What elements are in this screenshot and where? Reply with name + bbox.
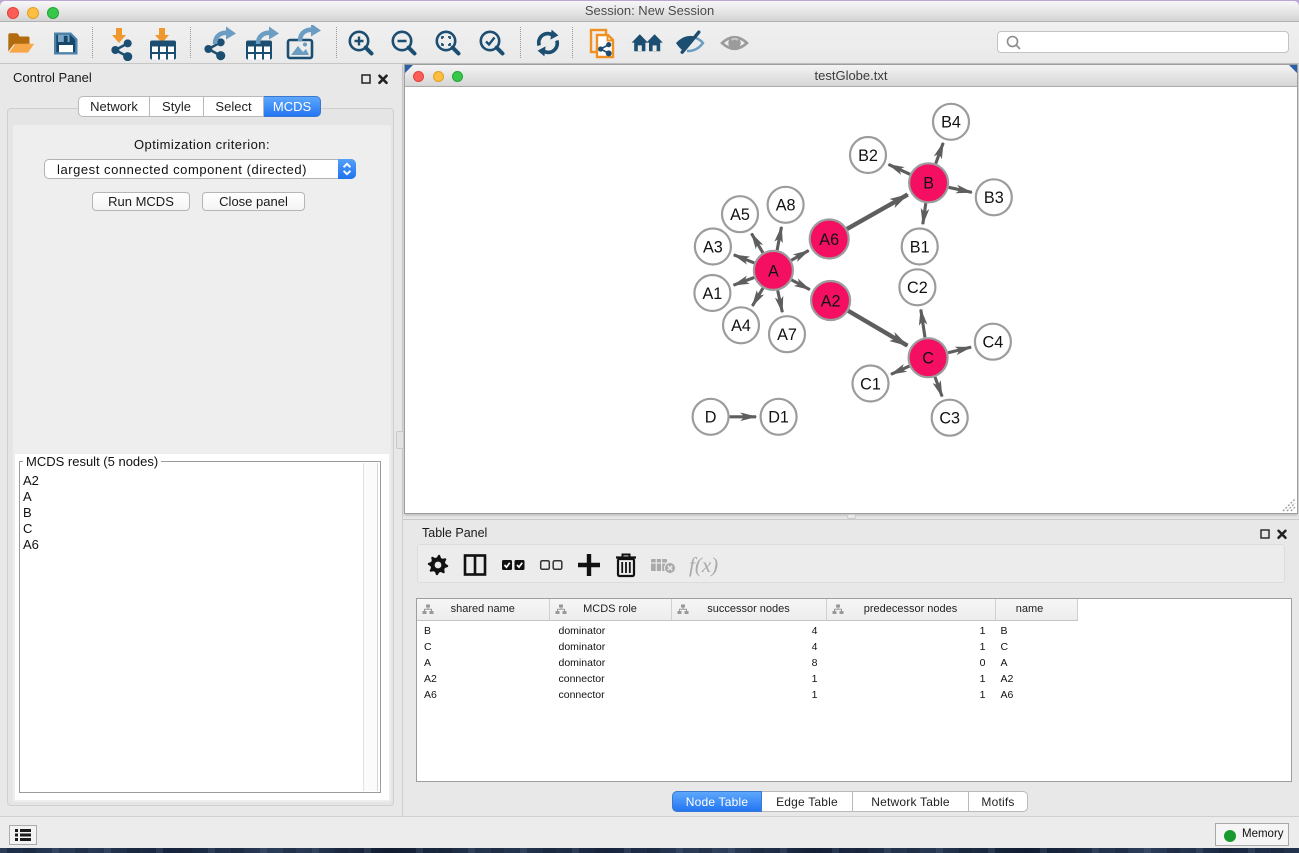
- svg-text:C4: C4: [983, 334, 1004, 352]
- svg-text:D1: D1: [768, 409, 789, 427]
- svg-text:A6: A6: [819, 231, 839, 249]
- svg-text:B2: B2: [858, 147, 878, 165]
- svg-text:A8: A8: [776, 197, 796, 215]
- svg-text:f(x): f(x): [689, 553, 718, 577]
- svg-text:A1: A1: [702, 285, 722, 303]
- svg-text:B4: B4: [941, 114, 961, 132]
- svg-text:B: B: [923, 175, 934, 193]
- svg-text:A4: A4: [731, 317, 751, 335]
- svg-text:B1: B1: [910, 238, 930, 256]
- svg-text:B3: B3: [984, 189, 1004, 207]
- svg-text:A3: A3: [703, 238, 723, 256]
- svg-text:C2: C2: [907, 279, 928, 297]
- svg-text:A2: A2: [821, 292, 841, 310]
- svg-text:A7: A7: [777, 326, 797, 344]
- svg-text:A: A: [768, 262, 779, 280]
- svg-text:C1: C1: [860, 375, 881, 393]
- svg-text:D: D: [705, 409, 717, 427]
- svg-text:A5: A5: [730, 206, 750, 224]
- svg-text:C3: C3: [939, 410, 960, 428]
- svg-text:C: C: [922, 350, 934, 368]
